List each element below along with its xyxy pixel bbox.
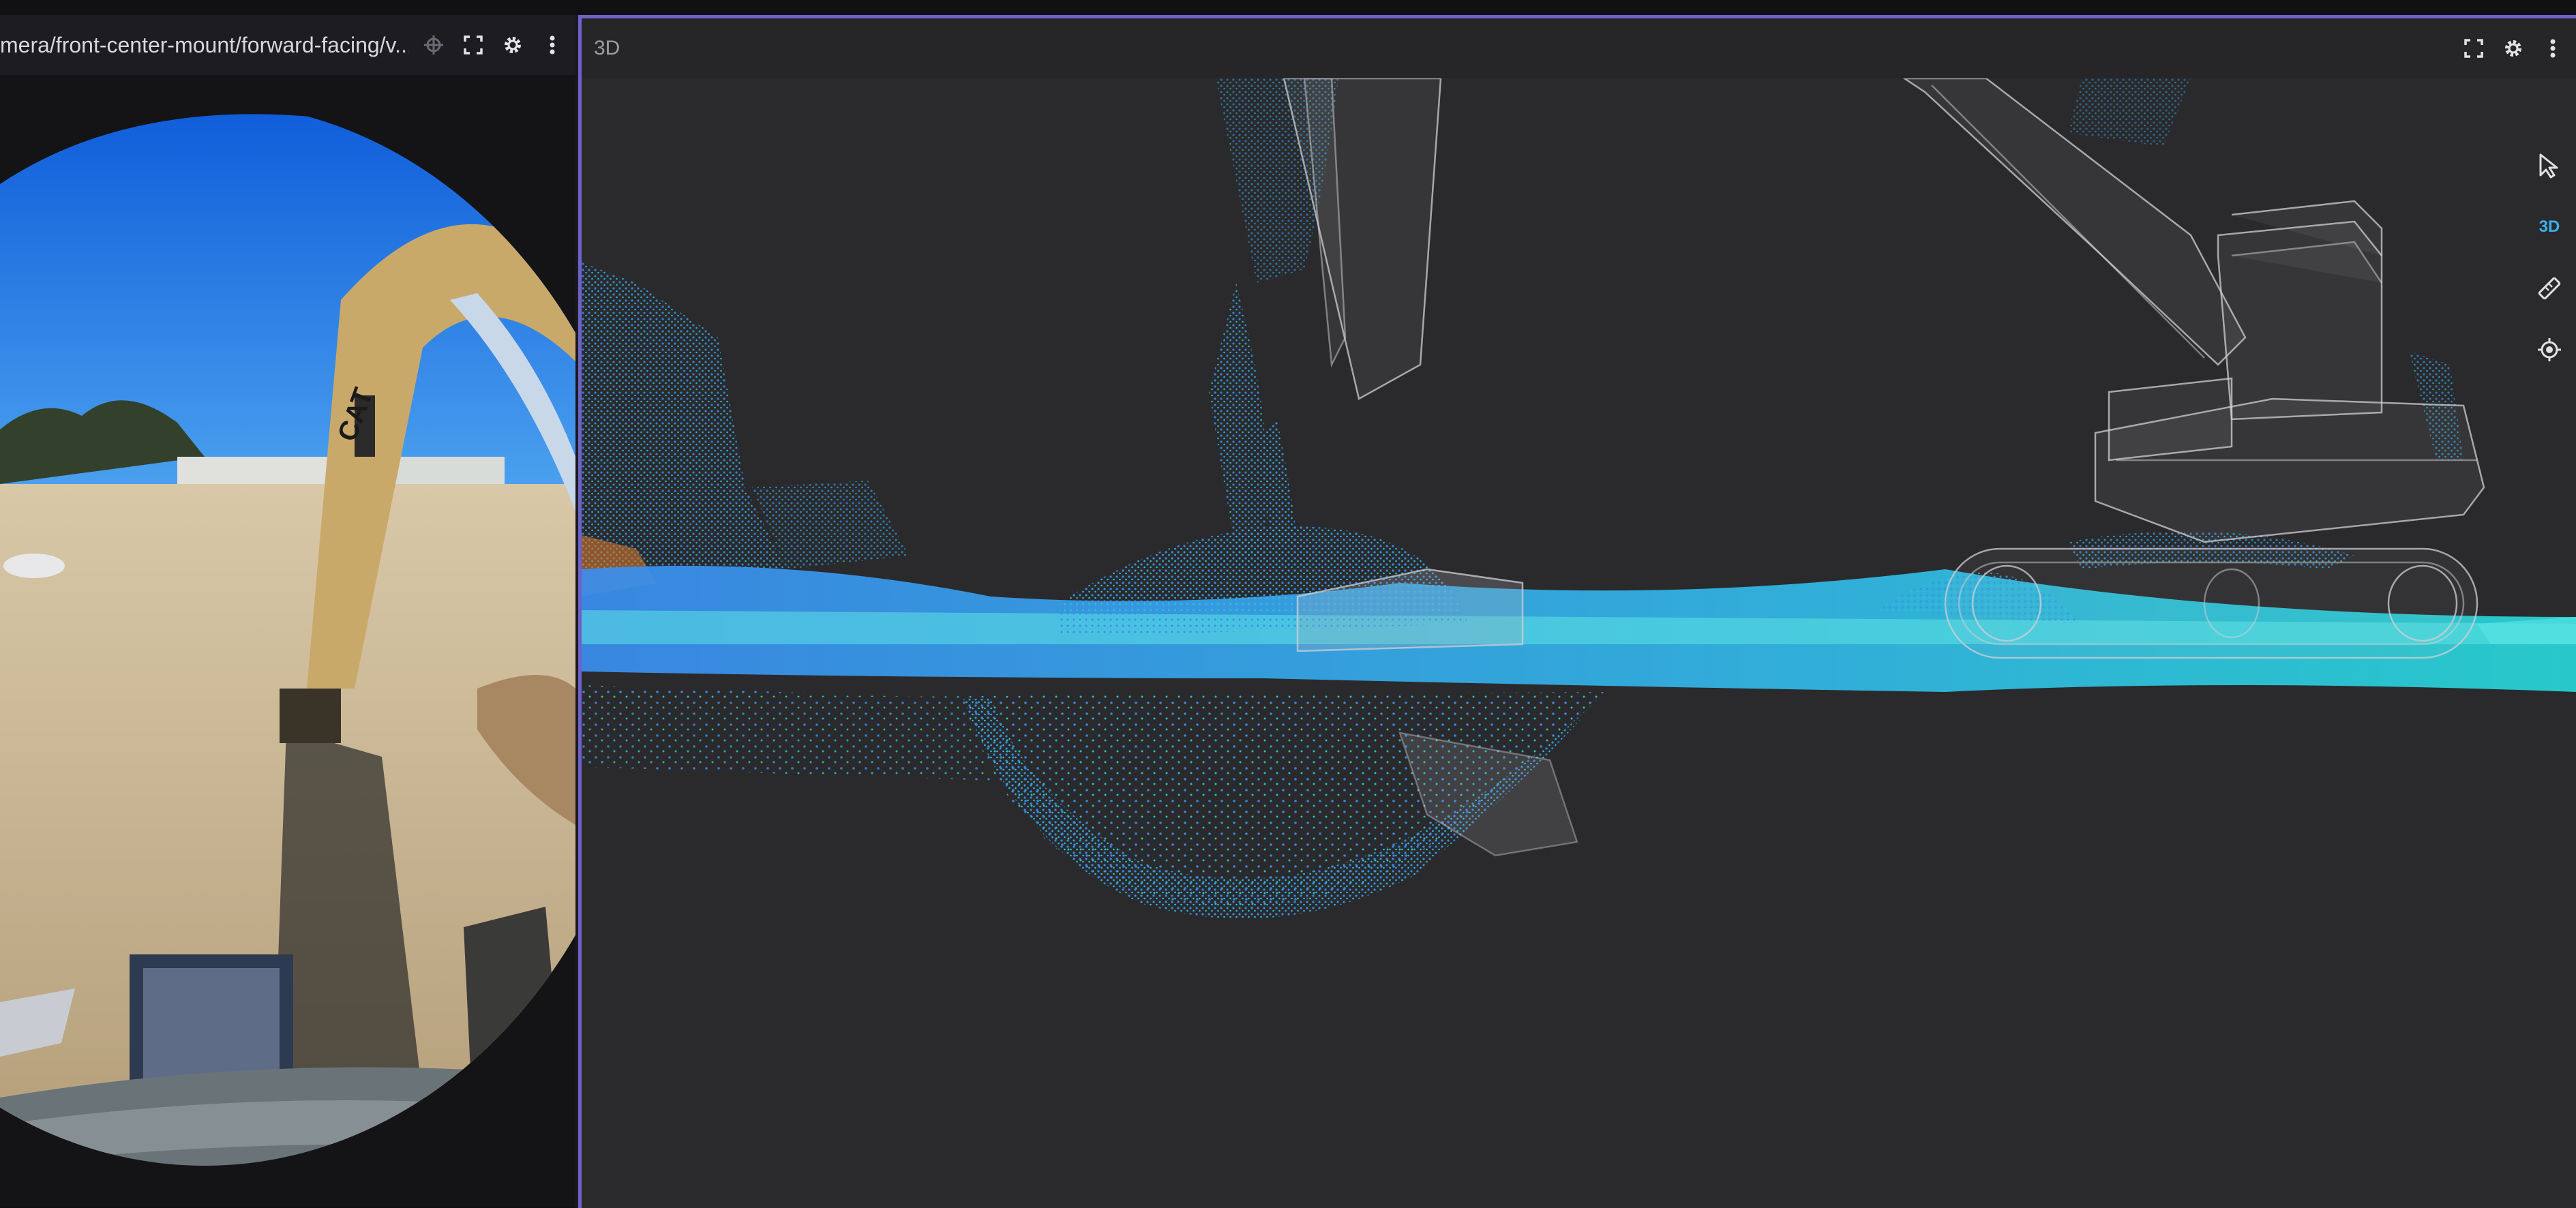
- window-top-strip: [0, 0, 2576, 15]
- fullscreen-icon[interactable]: [462, 34, 484, 56]
- gear-icon[interactable]: [502, 34, 524, 56]
- image-panel-header: mera/front-center-mount/forward-facing/v…: [0, 15, 575, 75]
- gear-icon[interactable]: [2502, 37, 2524, 59]
- more-vertical-icon[interactable]: [2542, 37, 2564, 59]
- image-topic-name[interactable]: mera/front-center-mount/forward-facing/v…: [0, 33, 409, 58]
- image-panel: mera/front-center-mount/forward-facing/v…: [0, 15, 575, 1208]
- camera-image-view[interactable]: CAT: [0, 75, 575, 1208]
- view-mode-3d-toggle[interactable]: 3D: [2530, 208, 2568, 246]
- three-d-viewport[interactable]: 3D: [582, 78, 2576, 1208]
- three-d-panel-toolbar: [2463, 18, 2564, 78]
- ruler-icon[interactable]: [2530, 269, 2568, 307]
- crosshair-icon[interactable]: [423, 34, 445, 56]
- more-vertical-icon[interactable]: [541, 34, 563, 56]
- three-d-panel-title: 3D: [594, 37, 620, 59]
- target-icon[interactable]: [2530, 331, 2568, 369]
- fullscreen-icon[interactable]: [2463, 37, 2485, 59]
- cursor-arrow-icon[interactable]: [2530, 147, 2568, 185]
- three-d-panel: 3D 3D: [578, 15, 2576, 1208]
- image-panel-toolbar: [423, 15, 563, 75]
- three-d-panel-header: 3D: [582, 18, 2576, 78]
- three-d-toolbar: 3D: [2523, 147, 2576, 369]
